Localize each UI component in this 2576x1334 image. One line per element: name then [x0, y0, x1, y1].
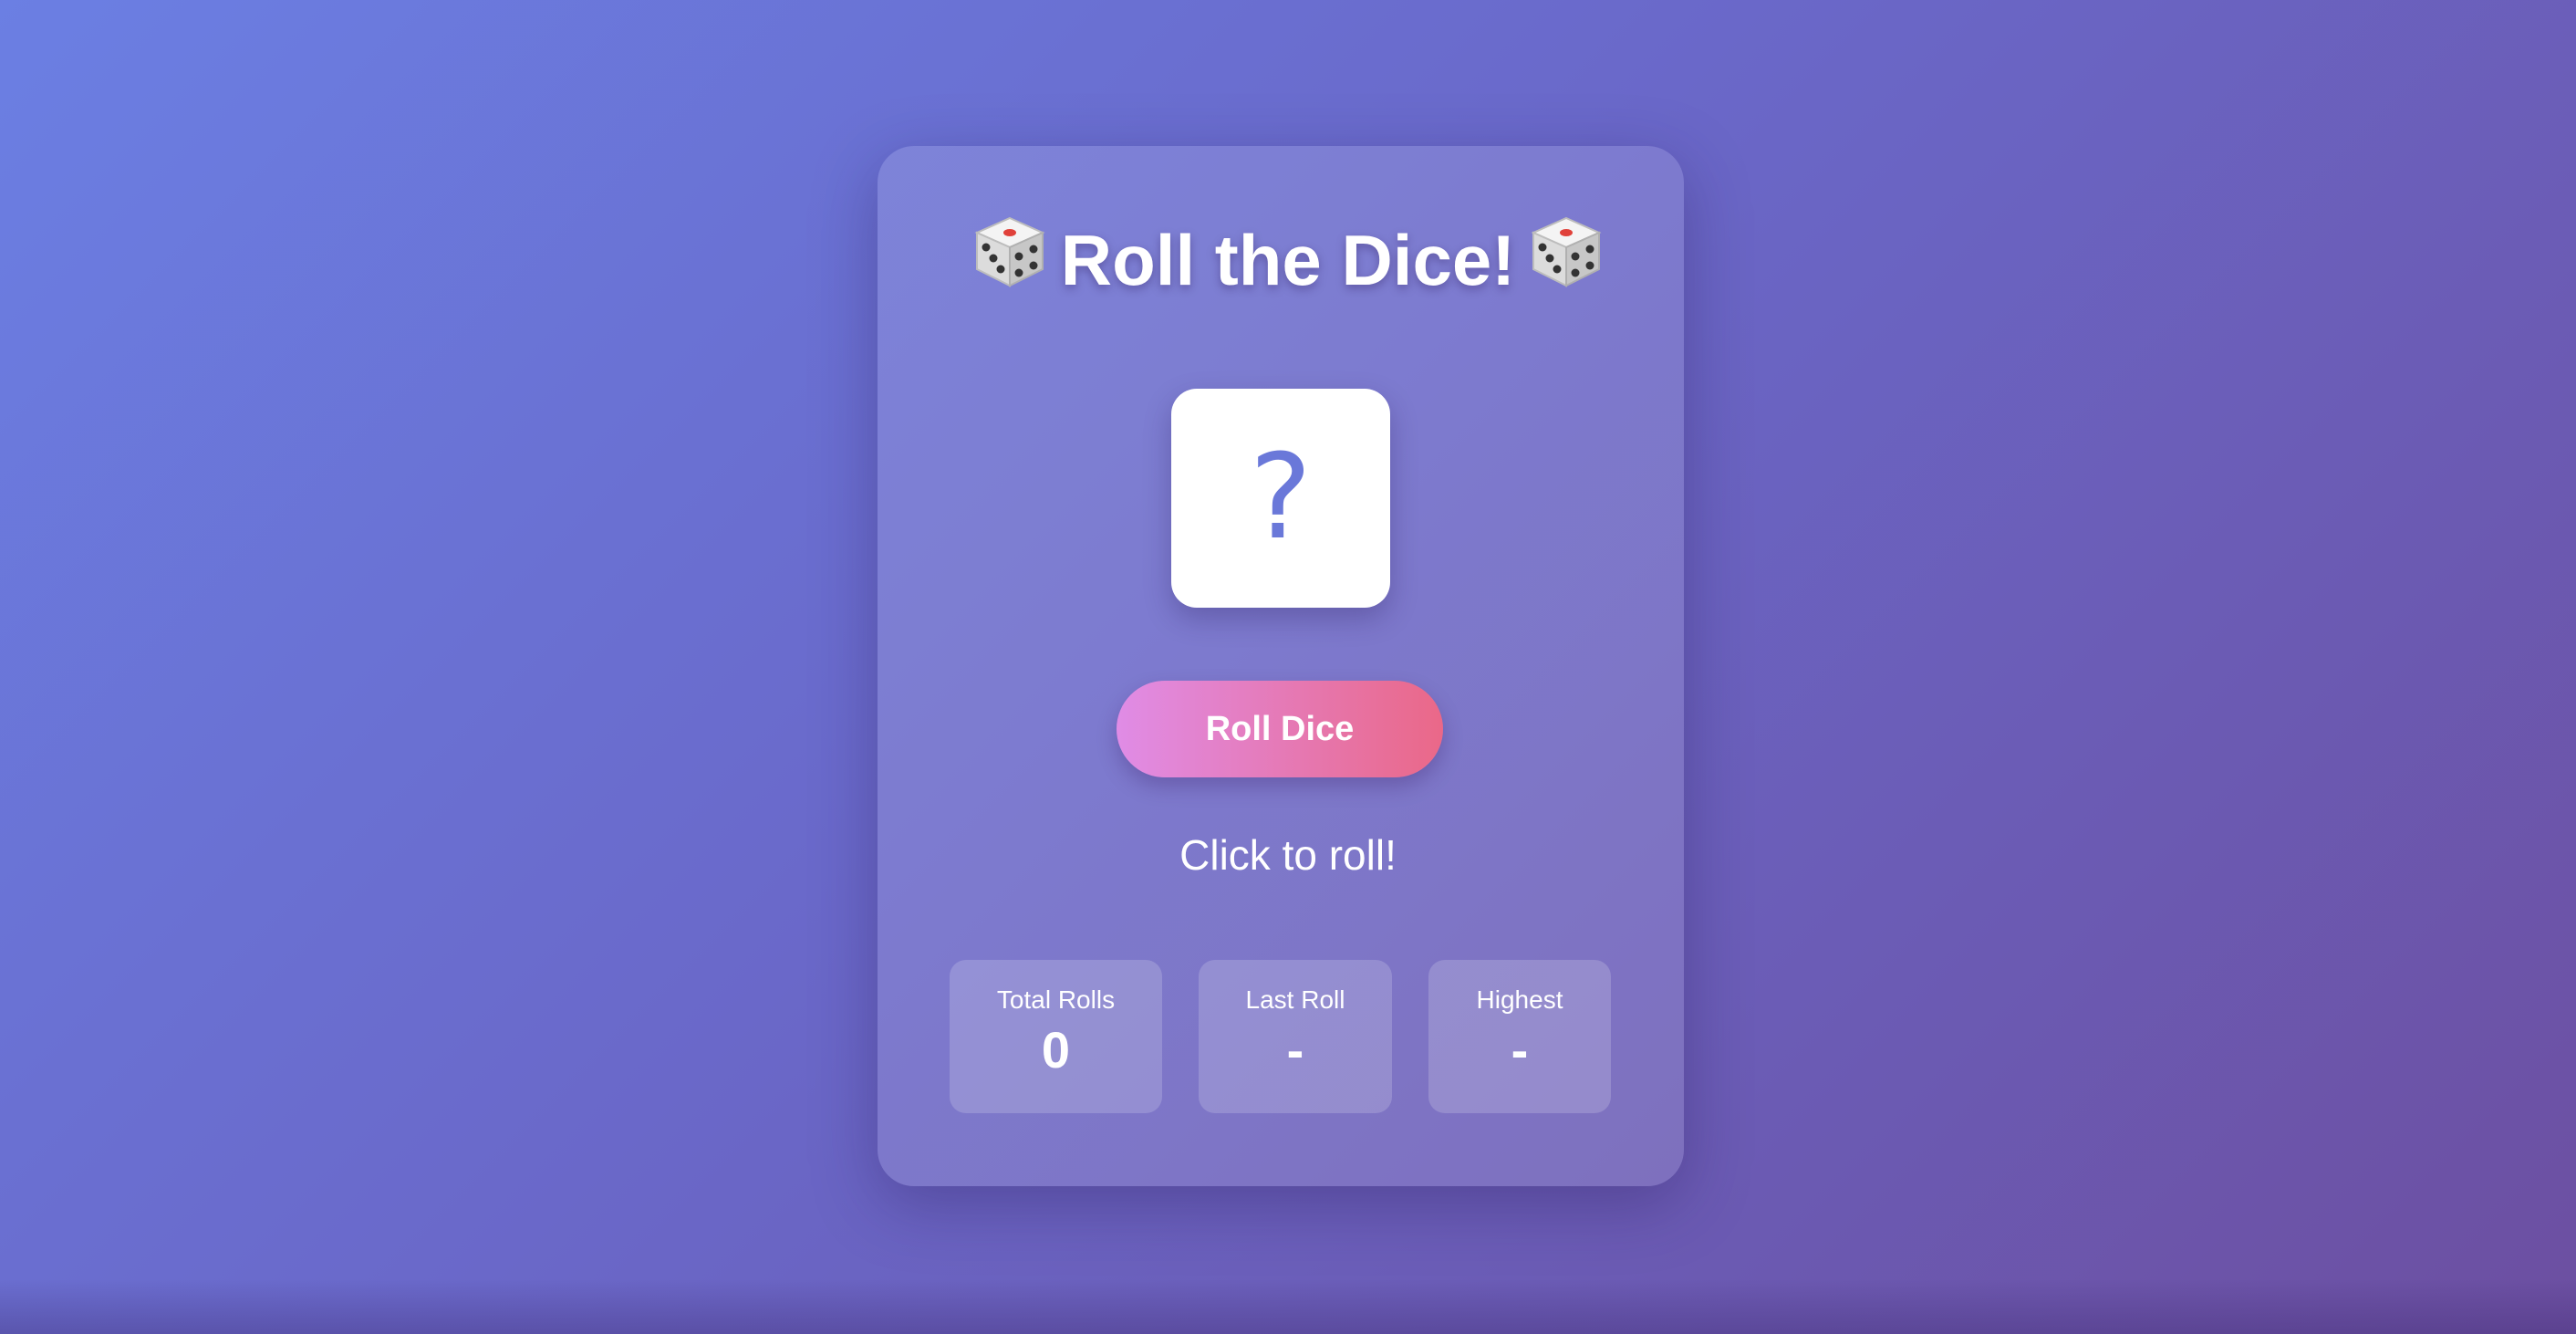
stat-label: Highest [1476, 985, 1563, 1014]
background-bottom-shade [0, 1279, 2576, 1334]
roll-dice-button[interactable]: Roll Dice [1117, 681, 1443, 777]
page-title: Roll the Dice! [0, 216, 2576, 307]
game-die-icon [971, 213, 1048, 307]
stat-label: Last Roll [1245, 985, 1345, 1014]
stat-value: - [1511, 1021, 1529, 1079]
stat-value: 0 [1041, 1021, 1071, 1079]
page-title-text: Roll the Dice! [1060, 220, 1516, 300]
dice-display: ? [1171, 389, 1390, 608]
stat-last-roll: Last Roll - [1199, 960, 1392, 1113]
stat-highest: Highest - [1428, 960, 1611, 1113]
stat-total-rolls: Total Rolls 0 [950, 960, 1162, 1113]
game-die-icon [1528, 213, 1605, 307]
stat-value: - [1286, 1021, 1304, 1079]
stat-label: Total Rolls [996, 985, 1116, 1014]
result-message: Click to roll! [1179, 831, 1397, 879]
dice-value: ? [1250, 430, 1312, 566]
